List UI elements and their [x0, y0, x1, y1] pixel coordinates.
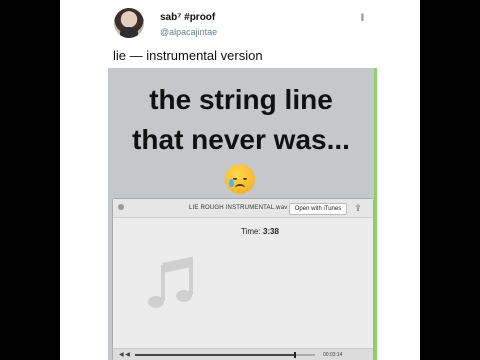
playback-scrubber[interactable]	[135, 352, 315, 358]
close-icon[interactable]	[118, 204, 124, 210]
music-note-icon	[148, 256, 193, 308]
display-name[interactable]: sab⁷ #proof	[160, 12, 215, 23]
caption-line-2: that never was...	[132, 124, 350, 155]
caption-line-1: the string line	[149, 84, 333, 115]
crying-face-emoji	[225, 164, 255, 194]
file-name: LIE ROUGH INSTRUMENTAL.wav	[189, 205, 288, 211]
open-with-itunes-button[interactable]: Open with iTunes	[289, 203, 347, 215]
window-titlebar: LIE ROUGH INSTRUMENTAL.wav Open with iTu…	[113, 199, 373, 218]
scrubber-handle[interactable]	[294, 352, 297, 358]
avatar[interactable]	[114, 8, 144, 38]
playback-bar: ◀ ◀ 00:03:14	[113, 348, 373, 360]
more-dots-icon[interactable]: •••	[356, 13, 367, 21]
share-icon[interactable]: ⇪	[353, 202, 363, 214]
tweet-media[interactable]: the string line that never was... LIE RO…	[108, 68, 377, 360]
time-label: Time:	[241, 227, 261, 236]
elapsed-time: 00:03:14	[323, 352, 343, 358]
quicklook-window: LIE ROUGH INSTRUMENTAL.wav Open with iTu…	[112, 198, 374, 360]
scrubber-fill	[135, 354, 296, 356]
tweet-card: sab⁷ #proof @alpacajintae ••• lie — inst…	[60, 0, 420, 360]
duration-label: Time: 3:38	[241, 227, 279, 236]
user-handle[interactable]: @alpacajintae	[160, 27, 217, 37]
playback-controls[interactable]: ◀ ◀	[119, 351, 130, 358]
tweet-text: lie — instrumental version	[113, 48, 263, 63]
time-value: 3:38	[262, 227, 279, 236]
